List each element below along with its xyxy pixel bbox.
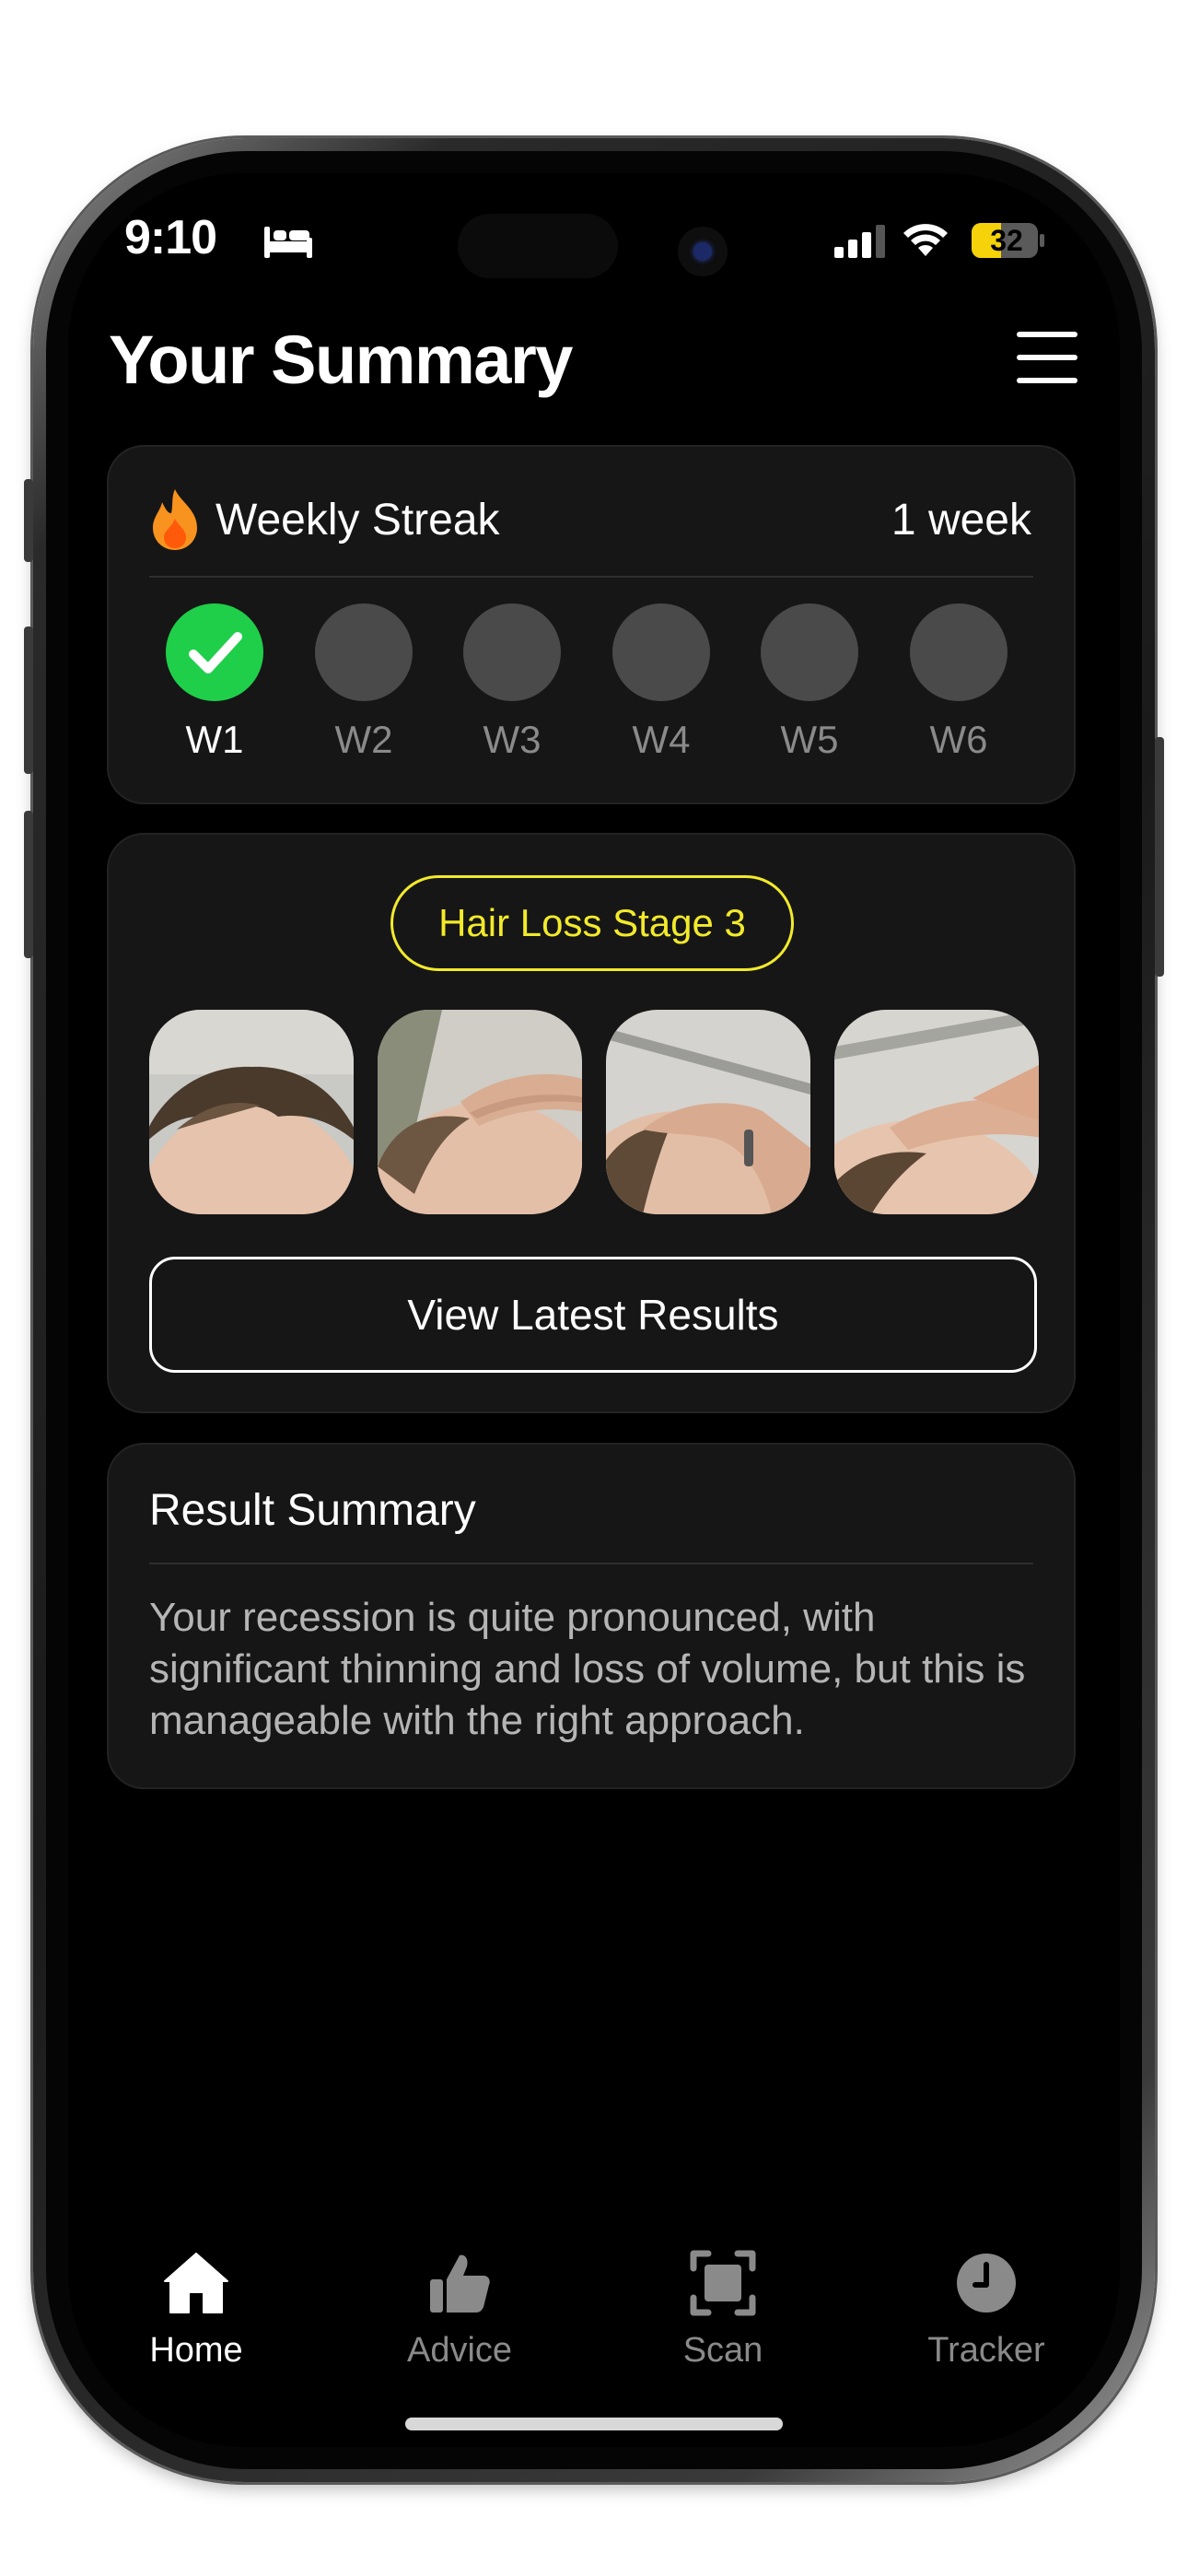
volume-up-button bbox=[24, 626, 33, 774]
wifi-icon bbox=[903, 224, 948, 256]
tab-scan[interactable]: Scan bbox=[631, 2248, 815, 2371]
flame-icon bbox=[153, 489, 197, 550]
result-summary-title: Result Summary bbox=[149, 1486, 476, 1535]
result-summary-text: Your recession is quite pronounced, with… bbox=[149, 1595, 1026, 1743]
bed-icon bbox=[264, 227, 312, 258]
week-circle bbox=[910, 603, 1007, 701]
week-label: W4 bbox=[632, 718, 691, 761]
streak-count: 1 week bbox=[891, 496, 1031, 544]
week-w6[interactable]: W6 bbox=[908, 603, 1009, 762]
battery-indicator: 32 bbox=[972, 221, 1045, 260]
weekly-streak-card: Weekly Streak 1 week W1 W2 W3 W4 W5 W6 bbox=[107, 445, 1076, 804]
week-label: W1 bbox=[185, 718, 244, 761]
tab-tracker[interactable]: Tracker bbox=[894, 2248, 1078, 2371]
scan-photo-right[interactable] bbox=[606, 1010, 810, 1214]
cellular-signal-icon bbox=[834, 225, 885, 258]
week-circle bbox=[761, 603, 858, 701]
tab-advice[interactable]: Advice bbox=[367, 2248, 552, 2371]
scan-photo-image bbox=[378, 1010, 582, 1214]
scan-icon bbox=[690, 2250, 756, 2316]
hamburger-menu-icon[interactable] bbox=[1017, 332, 1077, 383]
week-circle-complete bbox=[166, 603, 263, 701]
week-circle bbox=[612, 603, 710, 701]
page-title: Your Summary bbox=[109, 322, 573, 398]
clock-icon bbox=[957, 2254, 1016, 2313]
front-camera bbox=[678, 227, 728, 276]
scan-photo-top[interactable] bbox=[834, 1010, 1039, 1214]
divider bbox=[149, 576, 1033, 578]
week-w1[interactable]: W1 bbox=[164, 603, 265, 762]
week-w2[interactable]: W2 bbox=[313, 603, 414, 762]
tab-label: Scan bbox=[682, 2331, 763, 2370]
divider bbox=[149, 1563, 1033, 1564]
scan-photo-left[interactable] bbox=[378, 1010, 582, 1214]
volume-down-button bbox=[24, 811, 33, 958]
tab-label: Tracker bbox=[927, 2331, 1045, 2370]
scan-photo-front[interactable] bbox=[149, 1010, 354, 1214]
hair-loss-stage-badge[interactable]: Hair Loss Stage 3 bbox=[390, 875, 794, 971]
view-latest-results-button[interactable]: View Latest Results bbox=[149, 1257, 1037, 1373]
tab-home[interactable]: Home bbox=[104, 2248, 288, 2371]
hair-loss-card: Hair Loss Stage 3 View Latest Results bbox=[107, 833, 1076, 1413]
week-label: W5 bbox=[780, 718, 839, 761]
home-indicator[interactable] bbox=[405, 2418, 783, 2430]
week-circle bbox=[315, 603, 413, 701]
week-w4[interactable]: W4 bbox=[611, 603, 712, 762]
week-label: W6 bbox=[929, 718, 988, 761]
status-time: 9:10 bbox=[124, 211, 217, 264]
power-button bbox=[1155, 737, 1164, 977]
week-w5[interactable]: W5 bbox=[759, 603, 860, 762]
week-circle bbox=[463, 603, 561, 701]
week-w3[interactable]: W3 bbox=[461, 603, 563, 762]
week-label: W3 bbox=[483, 718, 542, 761]
streak-title: Weekly Streak bbox=[215, 496, 500, 544]
scan-photo-image bbox=[834, 1010, 1039, 1214]
scan-photo-image bbox=[149, 1010, 354, 1214]
tab-label: Advice bbox=[406, 2331, 513, 2370]
dynamic-island bbox=[458, 214, 618, 278]
week-label: W2 bbox=[334, 718, 393, 761]
scan-photo-image bbox=[606, 1010, 810, 1214]
thumbs-up-icon bbox=[430, 2254, 490, 2313]
home-icon bbox=[164, 2253, 228, 2313]
checkmark-icon bbox=[189, 632, 242, 673]
result-summary-card: Result Summary Your recession is quite p… bbox=[107, 1443, 1076, 1789]
tab-label: Home bbox=[149, 2331, 243, 2370]
silent-switch bbox=[24, 479, 33, 562]
battery-level: 32 bbox=[990, 224, 1023, 257]
